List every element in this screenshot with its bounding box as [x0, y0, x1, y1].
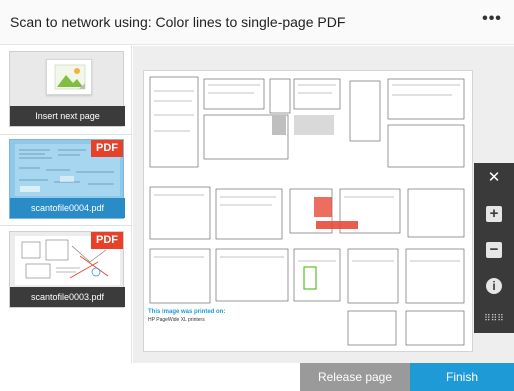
scan-thumbnail-selected[interactable]: PDF scantofile0004.pdf	[9, 139, 125, 219]
scan-preview-area[interactable]: This image was printed on: HP PageWide X…	[133, 46, 514, 363]
scan-thumbnail[interactable]: PDF scantofile0003.pdf	[9, 231, 125, 308]
info-icon: i	[486, 278, 502, 294]
zoom-toolbar: ✕ + − i ⠿⠿⠿	[474, 163, 514, 333]
scan-filename: scantofile0003.pdf	[10, 287, 125, 307]
more-options-icon[interactable]: •••	[478, 10, 506, 32]
scanned-document-preview[interactable]: This image was printed on: HP PageWide X…	[143, 70, 473, 352]
close-icon[interactable]: ✕	[474, 167, 514, 197]
insert-next-page-label: Insert next page	[10, 106, 125, 126]
page-title: Scan to network using: Color lines to si…	[10, 14, 346, 30]
divider	[0, 225, 132, 226]
zoom-in-icon: +	[486, 206, 502, 222]
zoom-out-button[interactable]: −	[474, 235, 514, 265]
insert-page-image-area	[10, 52, 125, 104]
printed-on-subtitle: HP PageWide XL printers	[148, 317, 205, 323]
drag-handle-icon[interactable]: ⠿⠿⠿	[474, 307, 514, 337]
footer-bar: Release page Finish	[0, 363, 514, 391]
release-page-button[interactable]: Release page	[300, 363, 410, 391]
zoom-out-icon: −	[486, 242, 502, 258]
divider	[0, 134, 132, 135]
pdf-badge: PDF	[91, 140, 123, 157]
zoom-in-button[interactable]: +	[474, 199, 514, 229]
printed-on-title: This image was printed on:	[148, 309, 226, 315]
insert-next-page-button[interactable]: Insert next page	[9, 51, 125, 127]
pdf-badge: PDF	[91, 232, 123, 249]
finish-button[interactable]: Finish	[410, 363, 514, 391]
header-bar: Scan to network using: Color lines to si…	[0, 0, 514, 45]
info-button[interactable]: i	[474, 271, 514, 301]
image-placeholder-icon	[46, 59, 92, 95]
page-thumbnail-sidebar: Insert next page PDF scantofile0004.pdf	[0, 46, 132, 391]
scan-filename: scantofile0004.pdf	[10, 198, 125, 218]
